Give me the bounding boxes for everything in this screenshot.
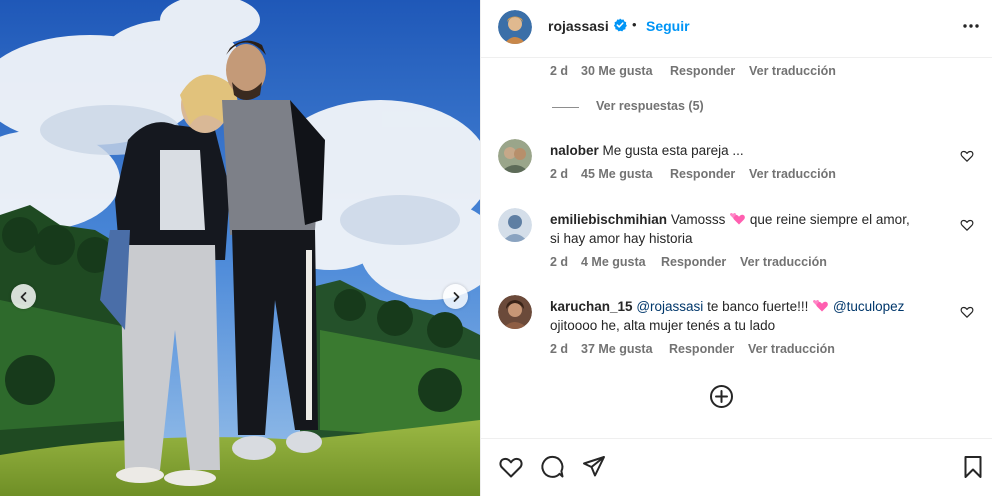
pink-hearts-icon bbox=[730, 213, 745, 225]
mention-link[interactable]: @rojassasi bbox=[636, 299, 703, 314]
comment-time: 2 d bbox=[550, 342, 569, 356]
reply-button[interactable]: Responder bbox=[670, 64, 735, 78]
verified-badge-icon bbox=[613, 18, 627, 32]
translate-button[interactable]: Ver traducción bbox=[749, 64, 836, 78]
translate-button[interactable]: Ver traducción bbox=[740, 255, 827, 269]
comment-time: 2 d bbox=[550, 167, 569, 181]
follow-button[interactable]: Seguir bbox=[646, 18, 690, 34]
plus-circle-icon[interactable] bbox=[709, 384, 734, 409]
comment-likes[interactable]: 4 Me gusta bbox=[581, 255, 646, 269]
comment-text: emiliebischmihian Vamosss que reine siem… bbox=[550, 210, 950, 248]
mention-link[interactable]: @tuculopez bbox=[833, 299, 905, 314]
pink-hearts-icon bbox=[813, 300, 829, 312]
comment-text: nalober Me gusta esta pareja ... bbox=[550, 141, 950, 160]
comment-body-line2: ojitoooo he, alta mujer tenés a tu lado bbox=[550, 318, 776, 333]
post-header: rojassasi • Seguir bbox=[481, 0, 992, 58]
action-bar bbox=[481, 438, 992, 496]
view-replies-label[interactable]: Ver respuestas (5) bbox=[596, 99, 704, 113]
photo-scene bbox=[0, 0, 480, 496]
heart-icon[interactable] bbox=[960, 305, 974, 319]
comment-text: karuchan_15 @rojassasi te banco fuerte!!… bbox=[550, 297, 950, 335]
comment-icon[interactable] bbox=[539, 454, 565, 480]
comment-username[interactable]: karuchan_15 bbox=[550, 299, 633, 314]
next-photo-button[interactable] bbox=[443, 284, 468, 309]
translate-button[interactable]: Ver traducción bbox=[748, 342, 835, 356]
chevron-right-icon bbox=[453, 291, 459, 302]
more-options-icon[interactable] bbox=[961, 16, 981, 36]
comment-likes[interactable]: 30 Me gusta bbox=[581, 64, 653, 78]
reply-button[interactable]: Responder bbox=[669, 342, 734, 356]
heart-icon[interactable] bbox=[960, 149, 974, 163]
chevron-left-icon bbox=[20, 291, 26, 302]
comment-username[interactable]: nalober bbox=[550, 143, 599, 158]
post-photo[interactable] bbox=[0, 0, 480, 496]
reply-button[interactable]: Responder bbox=[661, 255, 726, 269]
instagram-post: rojassasi • Seguir 2 d 30 Me gusta Respo… bbox=[0, 0, 992, 496]
author-avatar[interactable] bbox=[498, 10, 532, 44]
translate-button[interactable]: Ver traducción bbox=[749, 167, 836, 181]
comment-time: 2 d bbox=[550, 64, 569, 78]
bookmark-icon[interactable] bbox=[960, 454, 986, 480]
share-icon[interactable] bbox=[581, 454, 607, 480]
author-username[interactable]: rojassasi bbox=[548, 18, 609, 34]
comment-body-line2: si hay amor hay historia bbox=[550, 231, 693, 246]
replies-divider bbox=[552, 107, 579, 108]
reply-button[interactable]: Responder bbox=[670, 167, 735, 181]
prev-photo-button[interactable] bbox=[11, 284, 36, 309]
comments-panel: rojassasi • Seguir 2 d 30 Me gusta Respo… bbox=[480, 0, 992, 496]
heart-icon[interactable] bbox=[498, 454, 524, 480]
comment-likes[interactable]: 37 Me gusta bbox=[581, 342, 653, 356]
avatar[interactable] bbox=[498, 208, 532, 242]
comment-username[interactable]: emiliebischmihian bbox=[550, 212, 667, 227]
comment-likes[interactable]: 45 Me gusta bbox=[581, 167, 653, 181]
comment-body: Me gusta esta pareja ... bbox=[602, 143, 744, 158]
avatar[interactable] bbox=[498, 295, 532, 329]
comment-time: 2 d bbox=[550, 255, 569, 269]
avatar[interactable] bbox=[498, 139, 532, 173]
header-separator: • bbox=[632, 17, 637, 32]
comment-body: Vamosss bbox=[670, 212, 726, 227]
comment-body: que reine siempre el amor, bbox=[749, 212, 910, 227]
comment-body: te banco fuerte!!! bbox=[707, 299, 809, 314]
heart-icon[interactable] bbox=[960, 218, 974, 232]
